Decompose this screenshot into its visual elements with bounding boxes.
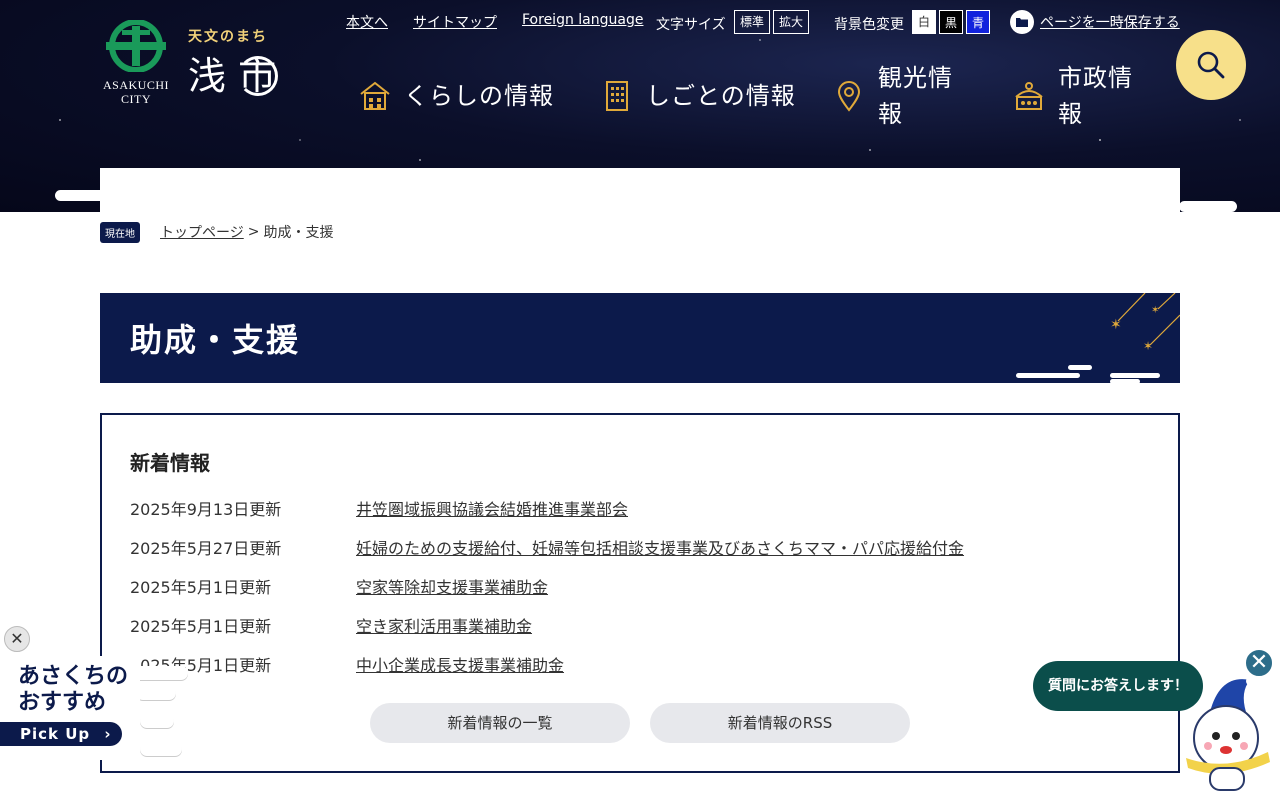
logo-tagline: 天文のまち bbox=[188, 29, 268, 45]
city-emblem-icon bbox=[106, 20, 166, 72]
map-pin-icon bbox=[837, 81, 861, 112]
nav-label: 市政情報 bbox=[1058, 64, 1133, 128]
current-location-badge: 現在地 bbox=[100, 221, 140, 243]
city-hall-icon bbox=[1015, 82, 1043, 110]
news-date: 2025年9月13日更新 bbox=[130, 500, 282, 519]
cloud-decoration bbox=[1083, 179, 1146, 190]
news-list-button[interactable]: 新着情報の一覧 bbox=[370, 703, 630, 743]
news-date: 2025年5月1日更新 bbox=[130, 617, 272, 636]
foreign-language-link[interactable]: Foreign language bbox=[522, 12, 643, 28]
bg-color-label: 背景色変更 bbox=[834, 17, 904, 33]
search-button[interactable] bbox=[1176, 30, 1246, 100]
cloud-decoration bbox=[136, 686, 176, 700]
news-link[interactable]: 中小企業成長支援事業補助金 bbox=[356, 652, 564, 675]
nav-label: 観光情報 bbox=[878, 64, 953, 128]
mascot-character-icon[interactable] bbox=[1180, 672, 1274, 794]
news-item: 2025年5月1日更新 中小企業成長支援事業補助金 bbox=[130, 652, 564, 675]
cloud-decoration bbox=[55, 190, 137, 201]
chevron-right-icon: › bbox=[104, 725, 112, 743]
save-page-label: ページを一時保存する bbox=[1040, 15, 1180, 31]
news-link[interactable]: 妊婦のための支援給付、妊婦等包括相談支援事業及びあさくちママ・パパ応援給付金 bbox=[356, 535, 964, 558]
sitemap-link[interactable]: サイトマップ bbox=[413, 12, 497, 32]
bg-blue-button[interactable]: 青 bbox=[966, 10, 990, 34]
pickup-title-line-2: おすすめ bbox=[18, 690, 107, 715]
folder-icon bbox=[1010, 10, 1034, 34]
news-item: 2025年5月1日更新 空き家利活用事業補助金 bbox=[130, 613, 532, 636]
text-size-label: 文字サイズ bbox=[656, 17, 726, 33]
pickup-label: Pick Up › bbox=[0, 722, 122, 746]
header-bottom-band bbox=[100, 168, 1180, 212]
news-date: 2025年5月27日更新 bbox=[130, 539, 282, 558]
news-item: 2025年5月27日更新 妊婦のための支援給付、妊婦等包括相談支援事業及びあさく… bbox=[130, 535, 964, 558]
save-page-button[interactable]: ページを一時保存する bbox=[1010, 10, 1180, 34]
chatbot-bubble[interactable]: 質問にお答えします！ bbox=[1033, 661, 1203, 711]
pickup-title-line-1: あさくちの bbox=[18, 664, 129, 689]
nav-item-living[interactable]: くらしの情報 bbox=[358, 60, 558, 132]
news-item: 2025年9月13日更新 井笠圏域振興協議会結婚推進事業部会 bbox=[130, 496, 628, 519]
cloud-decoration bbox=[100, 168, 160, 179]
bg-white-button[interactable]: 白 bbox=[912, 10, 936, 34]
breadcrumb-separator: > bbox=[247, 224, 260, 240]
search-icon bbox=[1197, 51, 1225, 79]
pickup-label-text: Pick Up bbox=[20, 725, 91, 743]
skip-to-content-link[interactable]: 本文へ bbox=[346, 12, 388, 32]
cloud-decoration bbox=[1179, 201, 1237, 212]
news-date: 2025年5月1日更新 bbox=[130, 578, 272, 597]
svg-text:✶: ✶ bbox=[1151, 305, 1159, 316]
breadcrumb: 現在地 トップページ > 助成・支援 bbox=[100, 221, 334, 243]
news-rss-button[interactable]: 新着情報のRSS bbox=[650, 703, 910, 743]
building-icon bbox=[606, 81, 628, 111]
nav-item-work[interactable]: しごとの情報 bbox=[600, 60, 800, 132]
nav-label: しごとの情報 bbox=[646, 82, 796, 110]
site-logo[interactable]: ASAKUCHI CITY 天文のまち 浅 市 bbox=[100, 20, 330, 110]
site-header: ASAKUCHI CITY 天文のまち 浅 市 本文へ サイトマップ Forei… bbox=[0, 0, 1280, 212]
city-roman-line-2: CITY bbox=[121, 92, 151, 106]
breadcrumb-home-link[interactable]: トップページ bbox=[160, 222, 244, 242]
breadcrumb-current: 助成・支援 bbox=[263, 225, 334, 241]
bg-black-button[interactable]: 黒 bbox=[939, 10, 963, 34]
city-roman-name: ASAKUCHI CITY bbox=[100, 78, 172, 106]
cloud-decoration bbox=[100, 179, 160, 190]
svg-text:✶: ✶ bbox=[1110, 317, 1122, 333]
news-link[interactable]: 井笠圏域振興協議会結婚推進事業部会 bbox=[356, 496, 628, 519]
news-item: 2025年5月1日更新 空家等除却支援事業補助金 bbox=[130, 574, 548, 597]
city-roman-line-1: ASAKUCHI bbox=[102, 78, 169, 92]
cloud-decoration bbox=[1107, 168, 1147, 179]
cloud-decoration bbox=[140, 714, 174, 728]
house-icon bbox=[360, 81, 390, 110]
svg-text:✶: ✶ bbox=[1143, 339, 1153, 353]
nav-label: くらしの情報 bbox=[404, 82, 554, 110]
pickup-close-button[interactable]: ✕ bbox=[4, 626, 30, 652]
news-section: 新着情報 2025年9月13日更新 井笠圏域振興協議会結婚推進事業部会 2025… bbox=[100, 413, 1180, 773]
nav-item-tourism[interactable]: 観光情報 bbox=[832, 60, 982, 132]
shooting-stars-decoration: ✶ ✶ ✶ bbox=[1016, 293, 1180, 383]
news-heading: 新着情報 bbox=[130, 451, 210, 475]
news-link[interactable]: 空家等除却支援事業補助金 bbox=[356, 574, 548, 597]
news-link[interactable]: 空き家利活用事業補助金 bbox=[356, 613, 532, 636]
text-size-standard-button[interactable]: 標準 bbox=[734, 10, 770, 34]
pickup-banner[interactable]: あさくちの おすすめ Pick Up › bbox=[0, 656, 190, 760]
page-title-bar: 助成・支援 ✶ ✶ ✶ bbox=[100, 293, 1180, 383]
cloud-decoration bbox=[140, 742, 182, 756]
nav-item-city-government[interactable]: 市政情報 bbox=[1012, 60, 1162, 132]
text-size-large-button[interactable]: 拡大 bbox=[773, 10, 809, 34]
moon-icon bbox=[238, 56, 278, 96]
